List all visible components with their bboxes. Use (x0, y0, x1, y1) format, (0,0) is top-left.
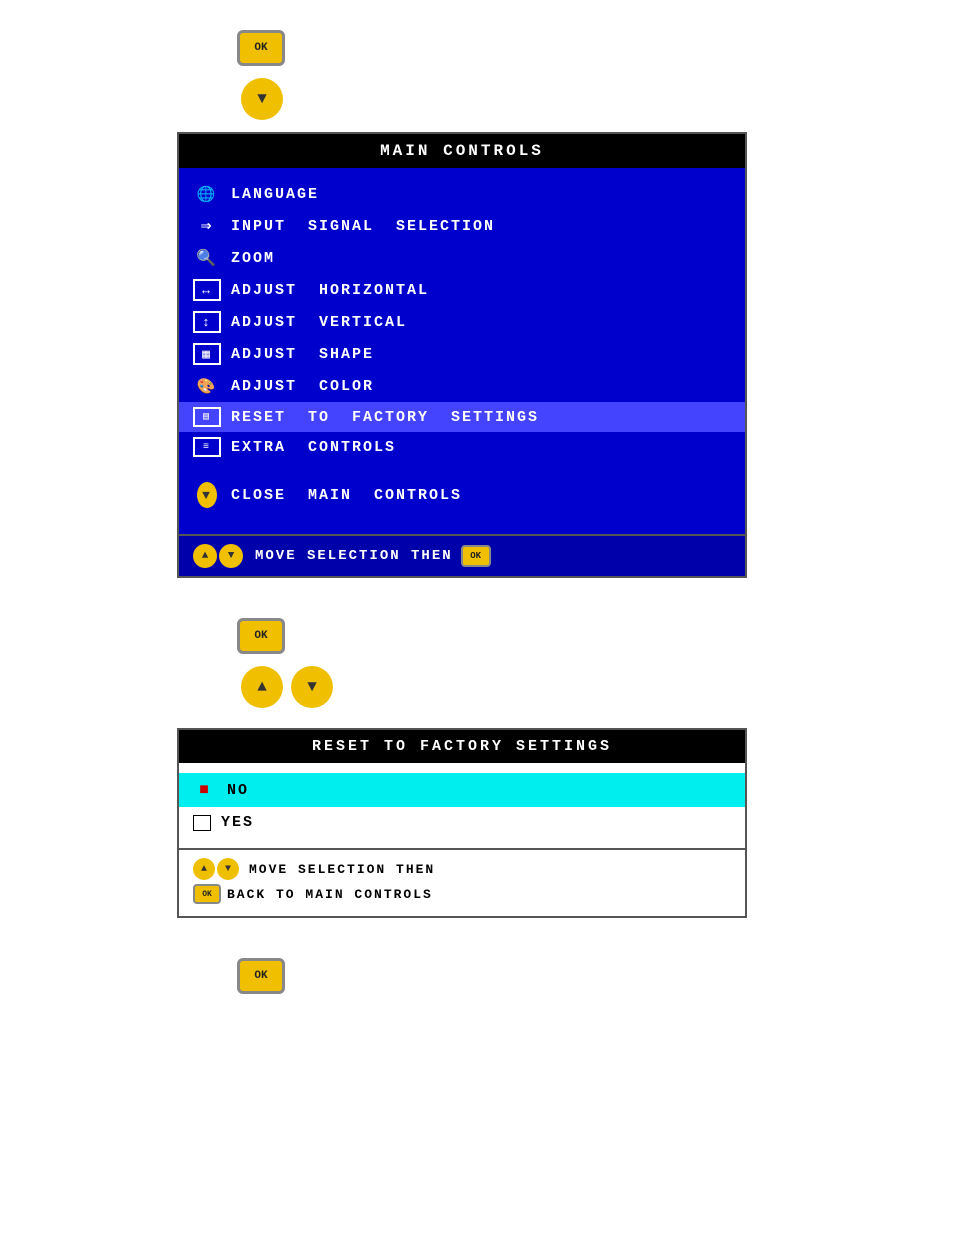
adj-color-label: ADJUST COLOR (231, 378, 731, 395)
ok-button-section3[interactable]: OK (237, 958, 285, 994)
menu-item-extra-controls[interactable]: ≡ EXTRA CONTROLS (179, 432, 745, 462)
menu-item-input-signal[interactable]: ⇒ INPUT SIGNAL SELECTION (179, 210, 745, 242)
reset-factory-icon: ▤ (193, 407, 221, 427)
main-controls-body: 🌐 LANGUAGE ⇒ INPUT SIGNAL SELECTION 🔍 ZO… (179, 168, 745, 534)
up-arrow-button-section2[interactable]: ▲ (241, 666, 283, 708)
language-icon: 🌐 (193, 183, 221, 205)
reset-factory-panel: RESET TO FACTORY SETTINGS ■ NO YES ▲ ▼ (177, 728, 747, 918)
reset-footer-ok-icon: OK (193, 884, 221, 904)
close-icon: ▼ (193, 484, 221, 506)
ok-button-top[interactable]: OK (237, 30, 285, 66)
reset-footer-row1: ▲ ▼ MOVE SELECTION THEN (193, 858, 731, 880)
zoom-icon: 🔍 (193, 247, 221, 269)
close-label: CLOSE MAIN CONTROLS (231, 487, 731, 504)
reset-footer-line2: BACK TO MAIN CONTROLS (227, 887, 433, 902)
menu-item-adj-vertical[interactable]: ↕ ADJUST VERTICAL (179, 306, 745, 338)
reset-item-no[interactable]: ■ NO (179, 773, 745, 807)
reset-factory-title: RESET TO FACTORY SETTINGS (179, 730, 745, 763)
menu-item-adj-shape[interactable]: ▦ ADJUST SHAPE (179, 338, 745, 370)
adj-shape-label: ADJUST SHAPE (231, 346, 731, 363)
menu-item-zoom[interactable]: 🔍 ZOOM (179, 242, 745, 274)
yes-icon (193, 815, 211, 831)
adj-horizontal-icon: ↔ (193, 279, 221, 301)
main-controls-title: MAIN CONTROLS (179, 134, 745, 168)
extra-controls-icon: ≡ (193, 437, 221, 457)
main-controls-panel: MAIN CONTROLS 🌐 LANGUAGE ⇒ INPUT SIGNAL … (177, 132, 747, 578)
zoom-label: ZOOM (231, 250, 731, 267)
menu-item-adj-color[interactable]: 🎨 ADJUST COLOR (179, 370, 745, 402)
adj-vertical-icon: ↕ (193, 311, 221, 333)
arrows-section2: ▲ ▼ (237, 662, 337, 712)
reset-footer-line1: MOVE SELECTION THEN (249, 862, 435, 877)
footer-down-arrow: ▼ (219, 544, 243, 568)
no-icon: ■ (193, 780, 217, 800)
down-arrow-button-top[interactable]: ▼ (241, 78, 283, 120)
main-controls-footer: ▲ ▼ MOVE SELECTION THEN OK (179, 534, 745, 576)
reset-factory-body: ■ NO YES (179, 763, 745, 848)
adj-horizontal-label: ADJUST HORIZONTAL (231, 282, 731, 299)
footer-move-label: MOVE SELECTION THEN (255, 548, 453, 564)
down-arrow-button-section2[interactable]: ▼ (291, 666, 333, 708)
language-label: LANGUAGE (231, 186, 731, 203)
footer-nav-icons: ▲ ▼ (193, 544, 245, 568)
adj-vertical-label: ADJUST VERTICAL (231, 314, 731, 331)
reset-factory-label: RESET TO FACTORY SETTINGS (231, 409, 731, 426)
ok-button-section2[interactable]: OK (237, 618, 285, 654)
reset-footer-row2: OK BACK TO MAIN CONTROLS (193, 884, 731, 904)
menu-item-language[interactable]: 🌐 LANGUAGE (179, 178, 745, 210)
reset-footer-arrows: ▲ ▼ (193, 858, 241, 880)
menu-item-reset-factory[interactable]: ▤ RESET TO FACTORY SETTINGS (179, 402, 745, 432)
reset-factory-footer: ▲ ▼ MOVE SELECTION THEN OK BACK TO MAIN … (179, 848, 745, 916)
reset-footer-down-arrow: ▼ (217, 858, 239, 880)
adj-shape-icon: ▦ (193, 343, 221, 365)
extra-controls-label: EXTRA CONTROLS (231, 439, 731, 456)
yes-label: YES (221, 814, 254, 831)
page-container: OK ▼ MAIN CONTROLS 🌐 LANGUAGE ⇒ INPUT SI… (177, 30, 777, 1010)
adj-color-icon: 🎨 (193, 375, 221, 397)
footer-ok-icon: OK (461, 545, 491, 567)
menu-item-adj-horizontal[interactable]: ↔ ADJUST HORIZONTAL (179, 274, 745, 306)
menu-item-close[interactable]: ▼ CLOSE MAIN CONTROLS (179, 476, 745, 514)
reset-footer-up-arrow: ▲ (193, 858, 215, 880)
footer-up-arrow: ▲ (193, 544, 217, 568)
no-label: NO (227, 782, 249, 799)
input-signal-label: INPUT SIGNAL SELECTION (231, 218, 731, 235)
input-signal-icon: ⇒ (193, 215, 221, 237)
reset-item-yes[interactable]: YES (179, 807, 745, 838)
